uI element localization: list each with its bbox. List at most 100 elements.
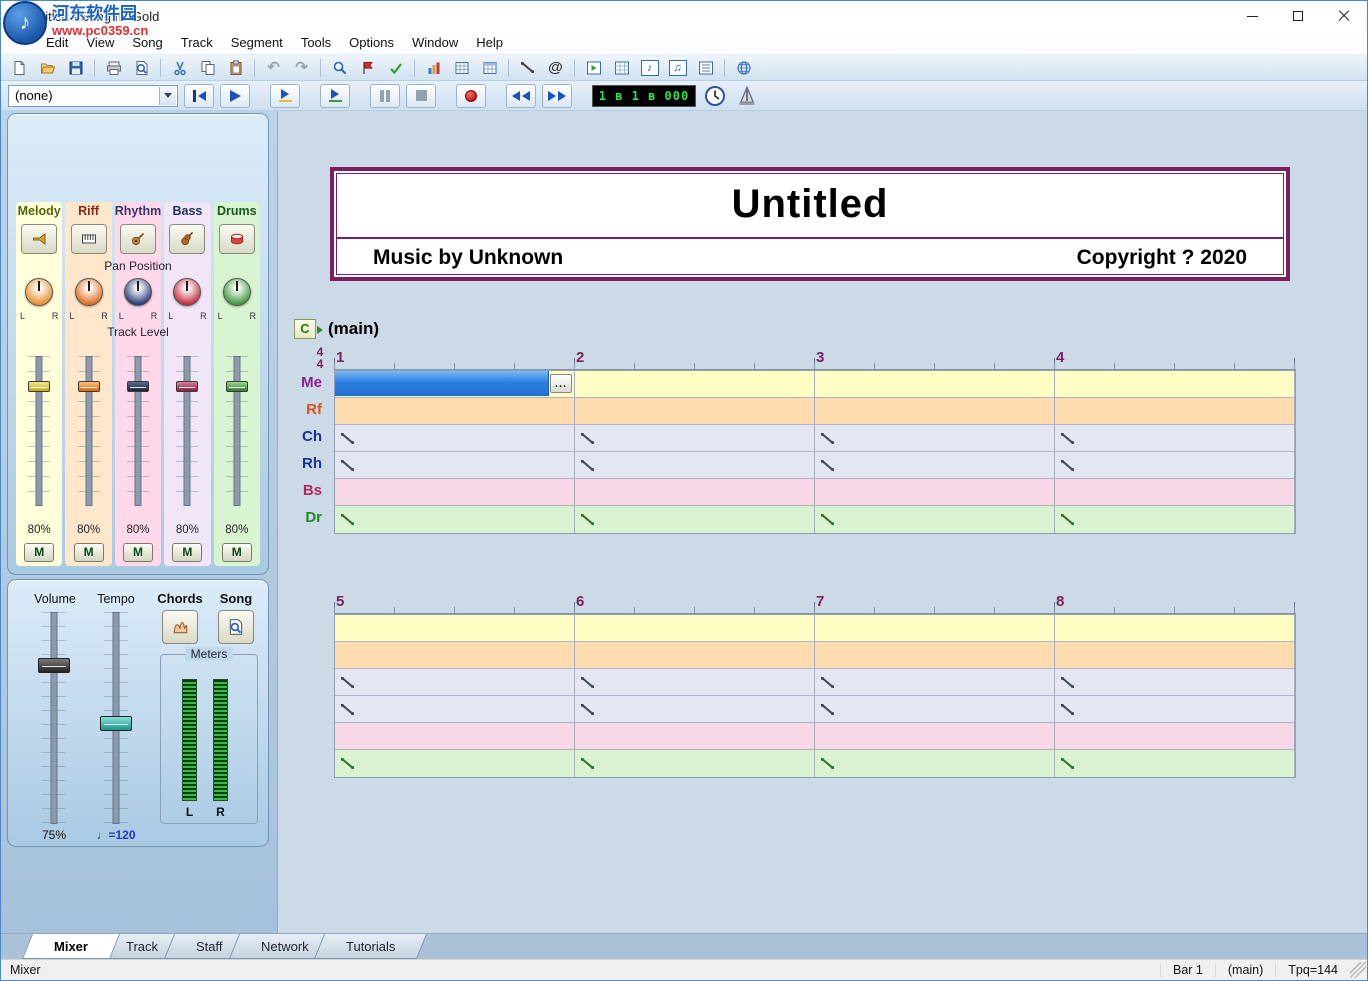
chevron-down-icon[interactable] xyxy=(159,87,176,105)
rhythm-pan-knob[interactable] xyxy=(124,278,152,306)
drums-instrument-button[interactable] xyxy=(219,224,255,254)
tab-tutorials[interactable]: Tutorials xyxy=(314,934,427,959)
riff-instrument-button[interactable] xyxy=(71,224,107,254)
close-button[interactable] xyxy=(1321,1,1367,31)
web-button[interactable] xyxy=(730,56,757,79)
slider-handle[interactable] xyxy=(28,381,50,392)
slider-handle[interactable] xyxy=(176,381,198,392)
melody-instrument-button[interactable] xyxy=(21,224,57,254)
bass-row[interactable] xyxy=(335,723,1295,750)
print-button[interactable] xyxy=(100,56,127,79)
melody-level-slider[interactable] xyxy=(28,356,50,506)
tempo-handle[interactable] xyxy=(100,716,132,731)
riff-pan-knob[interactable] xyxy=(75,278,103,306)
bar-ruler-1[interactable]: 1 2 3 4 xyxy=(334,347,1296,370)
rhythm-instrument-button[interactable] xyxy=(120,224,156,254)
chords-row[interactable] xyxy=(335,669,1295,696)
tempo-slider[interactable] xyxy=(104,612,128,824)
piano-roll-button[interactable] xyxy=(664,56,691,79)
drums-pan-knob[interactable] xyxy=(223,278,251,306)
melody-mute-button[interactable]: M xyxy=(24,543,54,562)
new-file-button[interactable] xyxy=(6,56,33,79)
rhythm-level-slider[interactable] xyxy=(127,356,149,506)
menu-item-tools[interactable]: Tools xyxy=(292,32,340,53)
skip-to-start-button[interactable] xyxy=(184,84,214,108)
rhythm-mute-button[interactable]: M xyxy=(123,543,153,562)
rhythm-row[interactable] xyxy=(335,696,1295,723)
table-view-button[interactable] xyxy=(476,56,503,79)
bass-row[interactable] xyxy=(335,479,1295,506)
riff-row[interactable] xyxy=(335,642,1295,669)
chart-button[interactable] xyxy=(420,56,447,79)
drums-level-slider[interactable] xyxy=(226,356,248,506)
print-preview-button[interactable] xyxy=(128,56,155,79)
at-mention-button[interactable] xyxy=(542,56,569,79)
minimize-button[interactable] xyxy=(1229,1,1275,31)
metronome-button[interactable] xyxy=(734,83,760,109)
play-button[interactable] xyxy=(220,84,250,108)
bass-pan-knob[interactable] xyxy=(173,278,201,306)
fast-forward-button[interactable] xyxy=(542,84,572,108)
drums-row[interactable] xyxy=(335,506,1295,533)
song-button[interactable] xyxy=(218,610,254,644)
melody-pan-knob[interactable] xyxy=(25,278,53,306)
cut-button[interactable] xyxy=(166,56,193,79)
selected-region[interactable] xyxy=(335,371,549,396)
bass-instrument-button[interactable] xyxy=(169,224,205,254)
melody-row[interactable] xyxy=(335,615,1295,642)
redo-button[interactable] xyxy=(288,56,315,79)
pause-button[interactable] xyxy=(370,84,400,108)
grid-view-button[interactable] xyxy=(448,56,475,79)
stop-button[interactable] xyxy=(406,84,436,108)
menu-item-segment[interactable]: Segment xyxy=(222,32,292,53)
undo-button[interactable] xyxy=(260,56,287,79)
rewind-button[interactable] xyxy=(506,84,536,108)
menu-item-window[interactable]: Window xyxy=(403,32,467,53)
riff-row[interactable] xyxy=(335,398,1295,425)
slider-handle[interactable] xyxy=(78,381,100,392)
volume-handle[interactable] xyxy=(38,658,70,673)
bass-mute-button[interactable]: M xyxy=(172,543,202,562)
menu-item-options[interactable]: Options xyxy=(340,32,403,53)
resize-grip[interactable] xyxy=(1350,962,1366,978)
master-volume-slider[interactable] xyxy=(42,612,66,824)
song-title-box[interactable]: Untitled Music by Unknown Copyright ? 20… xyxy=(330,167,1290,281)
clock-button[interactable] xyxy=(702,83,728,109)
bar-ruler-2[interactable]: 5 6 7 8 xyxy=(334,591,1296,614)
play-from-button[interactable] xyxy=(270,84,300,108)
drums-mute-button[interactable]: M xyxy=(222,543,252,562)
riff-mute-button[interactable]: M xyxy=(74,543,104,562)
chords-button[interactable] xyxy=(162,610,198,644)
event-grid-button[interactable] xyxy=(608,56,635,79)
more-button[interactable]: ... xyxy=(550,374,572,393)
menu-item-song[interactable]: Song xyxy=(123,32,171,53)
melody-row[interactable]: ... xyxy=(335,371,1295,398)
drums-row[interactable] xyxy=(335,750,1295,777)
notation-view-button[interactable] xyxy=(636,56,663,79)
copy-button[interactable] xyxy=(194,56,221,79)
section-icon[interactable]: C xyxy=(294,319,316,339)
play-segment-button[interactable] xyxy=(320,84,350,108)
paste-button[interactable] xyxy=(222,56,249,79)
repeat-sign-button[interactable] xyxy=(514,56,541,79)
slider-handle[interactable] xyxy=(127,381,149,392)
chords-row[interactable] xyxy=(335,425,1295,452)
menu-item-view[interactable]: View xyxy=(77,32,123,53)
save-file-button[interactable] xyxy=(62,56,89,79)
slider-handle[interactable] xyxy=(226,381,248,392)
rhythm-row[interactable] xyxy=(335,452,1295,479)
zoom-button[interactable] xyxy=(326,56,353,79)
maximize-button[interactable] xyxy=(1275,1,1321,31)
tab-mixer[interactable]: Mixer xyxy=(22,934,120,959)
menu-item-edit[interactable]: Edit xyxy=(37,32,77,53)
event-list-button[interactable] xyxy=(692,56,719,79)
bass-level-slider[interactable] xyxy=(176,356,198,506)
style-dropdown[interactable]: (none) xyxy=(8,85,178,107)
riff-level-slider[interactable] xyxy=(78,356,100,506)
record-button[interactable] xyxy=(456,84,486,108)
menu-item-help[interactable]: Help xyxy=(467,32,512,53)
marker-button[interactable] xyxy=(354,56,381,79)
open-file-button[interactable] xyxy=(34,56,61,79)
menu-item-track[interactable]: Track xyxy=(172,32,222,53)
validate-button[interactable] xyxy=(382,56,409,79)
